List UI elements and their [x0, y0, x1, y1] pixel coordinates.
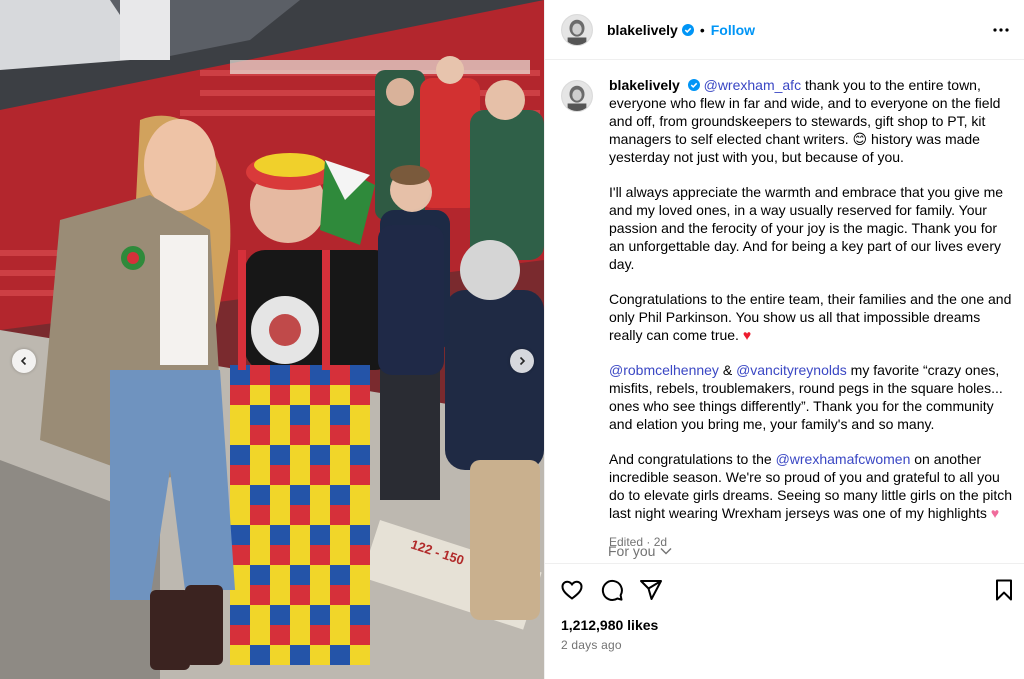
caption-paragraph-5-lead: And congratulations to the [609, 451, 776, 467]
more-options-icon [993, 28, 1009, 32]
for-you-dropdown[interactable]: For you [608, 543, 672, 559]
caption-avatar[interactable] [561, 80, 593, 112]
like-count[interactable]: 1,212,980 likes [561, 617, 658, 633]
red-heart-emoji: ♥ [742, 327, 752, 343]
carousel-prev-button[interactable] [12, 349, 36, 373]
pink-heart-emoji: ♥ [990, 505, 1000, 521]
post-timestamp[interactable]: 2 days ago [561, 638, 622, 652]
post-photo[interactable]: 122 - 150 [0, 0, 544, 679]
follow-button[interactable]: Follow [711, 22, 755, 38]
caption-text: blakelively @wrexham_afc thank you to th… [609, 76, 1013, 551]
comment-icon[interactable] [600, 578, 624, 602]
for-you-label: For you [608, 543, 656, 559]
caption-block: blakelively @wrexham_afc thank you to th… [561, 76, 1017, 551]
mention-robmcelhenney[interactable]: @robmcelhenney [609, 362, 719, 378]
post-side-panel: blakelively • Follow blakelively @wrexha… [544, 0, 1024, 679]
separator-dot: • [699, 21, 705, 38]
mention-wrexhamafcwomen[interactable]: @wrexhamafcwomen [776, 451, 911, 467]
more-options-button[interactable] [991, 21, 1011, 39]
action-bar: 1,212,980 likes 2 days ago [545, 563, 1024, 679]
stadium-photo: 122 - 150 [0, 0, 544, 679]
verified-badge-icon [681, 23, 694, 36]
avatar[interactable] [561, 13, 593, 46]
chevron-right-icon [519, 356, 526, 366]
share-icon[interactable] [639, 578, 663, 602]
verified-badge-icon [687, 79, 700, 91]
bookmark-icon[interactable] [992, 578, 1016, 602]
caption-paragraph-3: Congratulations to the entire team, thei… [609, 291, 1012, 343]
author-username[interactable]: blakelively [607, 22, 678, 38]
caption-username[interactable]: blakelively [609, 77, 680, 93]
post-header: blakelively • Follow [545, 0, 1024, 60]
caption-ampersand: & [718, 362, 737, 378]
caption-paragraph-2: I'll always appreciate the warmth and em… [609, 184, 1004, 272]
mention-vancityreynolds[interactable]: @vancityreynolds [736, 362, 847, 378]
chevron-left-icon [20, 356, 27, 366]
chevron-down-icon [660, 548, 672, 555]
carousel-next-button[interactable] [510, 349, 534, 373]
mention-wrexham-afc[interactable]: @wrexham_afc [704, 77, 801, 93]
heart-icon[interactable] [560, 578, 584, 602]
